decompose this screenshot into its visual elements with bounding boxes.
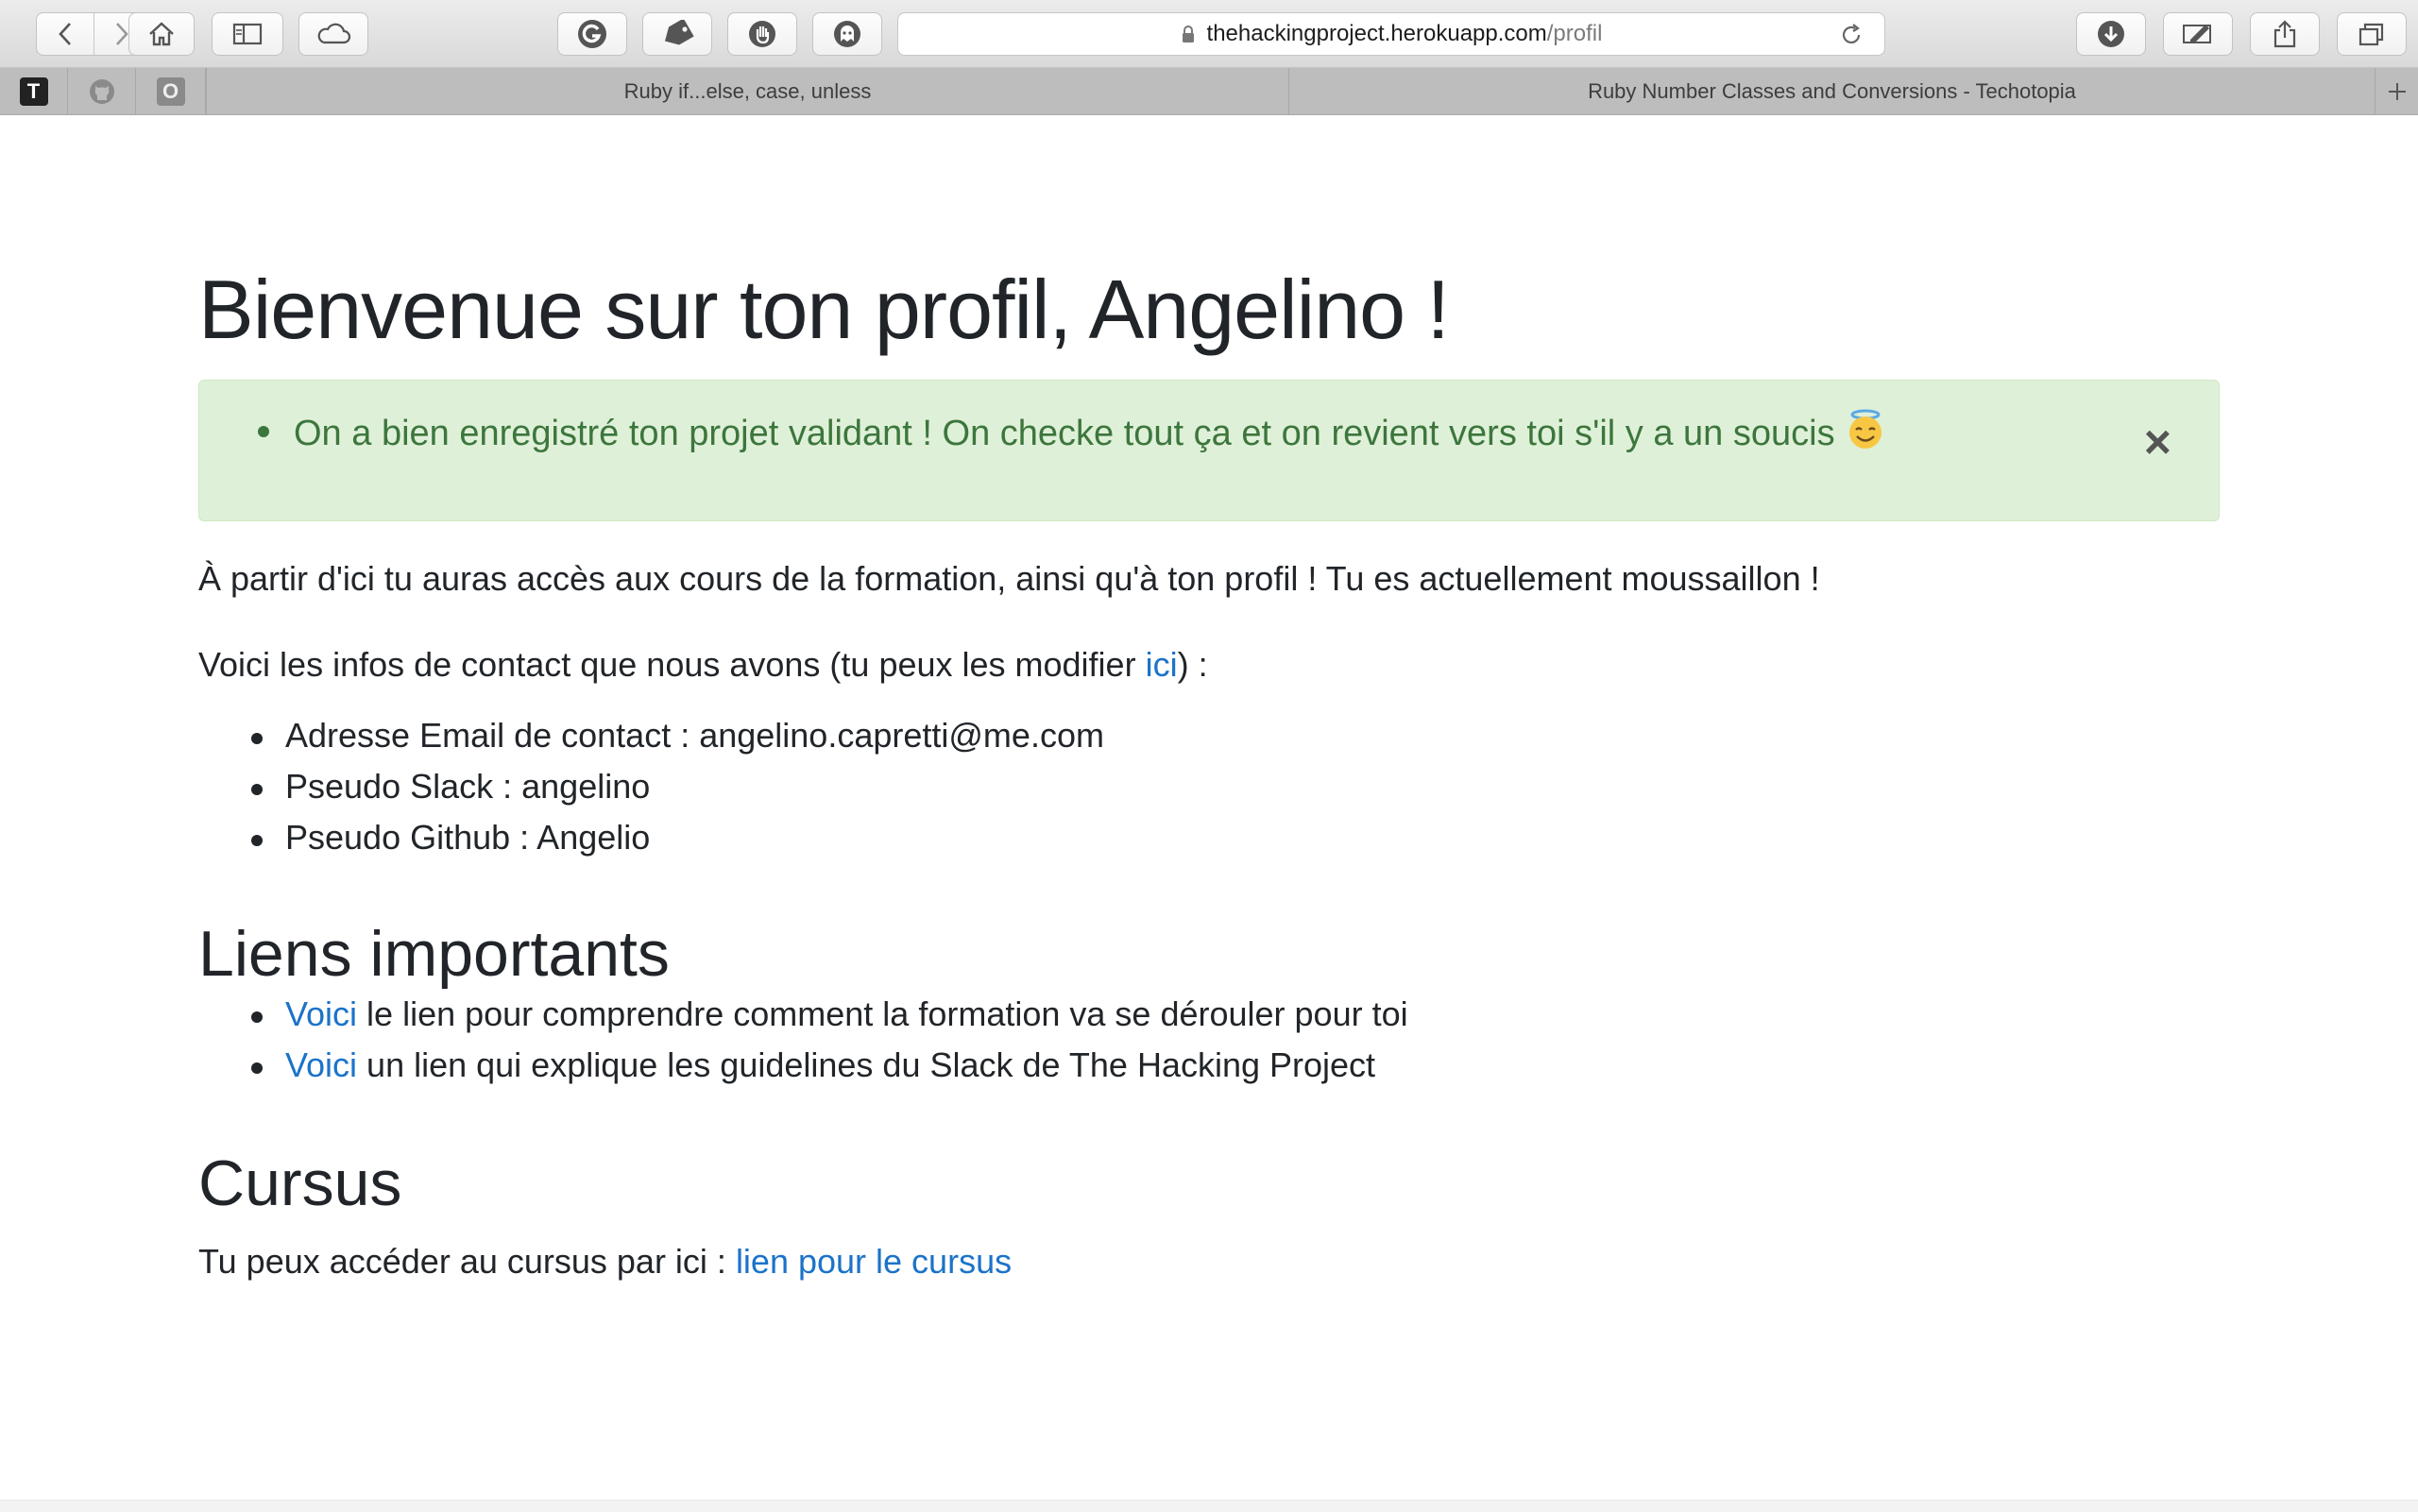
edit-contact-link[interactable]: ici [1146,645,1178,684]
tab-ruby-if-else[interactable]: Ruby if...else, case, unless [206,68,1288,114]
page-bottom-edge [0,1500,2418,1512]
t-letter-icon: T [19,76,48,106]
hand-extension-button[interactable] [727,12,797,56]
tab-label: Ruby Number Classes and Conversions - Te… [1588,78,2076,103]
page-title: Bienvenue sur ton profil, Angelino ! [198,263,1450,356]
smiling-angel-emoji-icon [1848,409,1882,449]
alert-list: On a bien enregistré ton projet validant… [258,409,1886,454]
pinned-tab-3[interactable]: O [136,68,206,114]
ghost-icon [834,21,860,47]
list-item: Adresse Email de contact : angelino.capr… [198,710,1104,761]
home-button[interactable] [128,12,195,56]
share-button[interactable] [2250,12,2320,56]
url-path: /profil [1546,21,1603,46]
pencil-icon [2183,25,2211,43]
lock-icon [1182,25,1194,42]
github-icon [89,78,114,104]
tab-bar: T O Ruby if...else, case, unless Ruby Nu… [0,68,2418,115]
back-button[interactable] [37,13,94,55]
ghostery-extension-button[interactable] [812,12,882,56]
formation-guide-link[interactable]: Voici [285,994,357,1033]
links-heading: Liens importants [198,918,670,990]
tab-label: Ruby if...else, case, unless [623,78,872,103]
cursus-heading: Cursus [198,1147,402,1219]
cursus-text: Tu peux accéder au cursus par ici : lien… [198,1242,1013,1281]
intro-text: À partir d'ici tu auras accès aux cours … [198,559,1820,598]
tag-icon [665,20,694,45]
tab-overview-button[interactable] [2337,12,2407,56]
important-links-list: Voici le lien pour comprendre comment la… [198,989,1408,1091]
icloud-tabs-button[interactable] [298,12,368,56]
list-item: Pseudo Slack : angelino [198,761,1104,812]
cloud-icon [317,23,351,44]
markup-button[interactable] [2163,12,2233,56]
tabs-icon [2358,23,2384,46]
list-item: Voici le lien pour comprendre comment la… [198,989,1408,1040]
url-host: thehackingproject.herokuapp.com [1206,21,1547,46]
home-icon [149,22,174,46]
chevron-right-icon [116,23,129,45]
pinned-tab-1[interactable]: T [0,68,68,114]
address-bar[interactable]: thehackingproject.herokuapp.com/profil [897,12,1885,56]
new-tab-button[interactable] [2375,68,2418,114]
contact-list: Adresse Email de contact : angelino.capr… [198,710,1104,863]
contact-intro: Voici les infos de contact que nous avon… [198,645,1208,684]
list-item: Pseudo Github : Angelio [198,812,1104,863]
sidebar-icon [232,23,263,45]
g-icon [578,20,606,48]
download-icon [2098,21,2124,47]
success-alert: On a bien enregistré ton projet validant… [198,380,2220,521]
downloads-button[interactable] [2076,12,2146,56]
list-item: Voici un lien qui explique les guideline… [198,1040,1408,1091]
alert-message: On a bien enregistré ton projet validant… [258,409,1886,454]
pinned-tab-2[interactable] [68,68,136,114]
close-icon[interactable]: × [2144,418,2171,466]
o-letter-icon: O [156,76,185,106]
cursus-link[interactable]: lien pour le cursus [736,1242,1012,1281]
tag-extension-button[interactable] [642,12,712,56]
browser-toolbar: thehackingproject.herokuapp.com/profil [0,0,2418,68]
share-icon [2273,20,2296,48]
chevron-left-icon [58,23,71,45]
sidebar-button[interactable] [212,12,283,56]
hand-icon [749,21,775,47]
reload-icon[interactable] [1839,23,1864,47]
slack-guidelines-link[interactable]: Voici [285,1045,357,1084]
tab-ruby-number-classes[interactable]: Ruby Number Classes and Conversions - Te… [1288,68,2375,114]
grammarly-extension-button[interactable] [557,12,627,56]
plus-icon [2388,82,2406,100]
